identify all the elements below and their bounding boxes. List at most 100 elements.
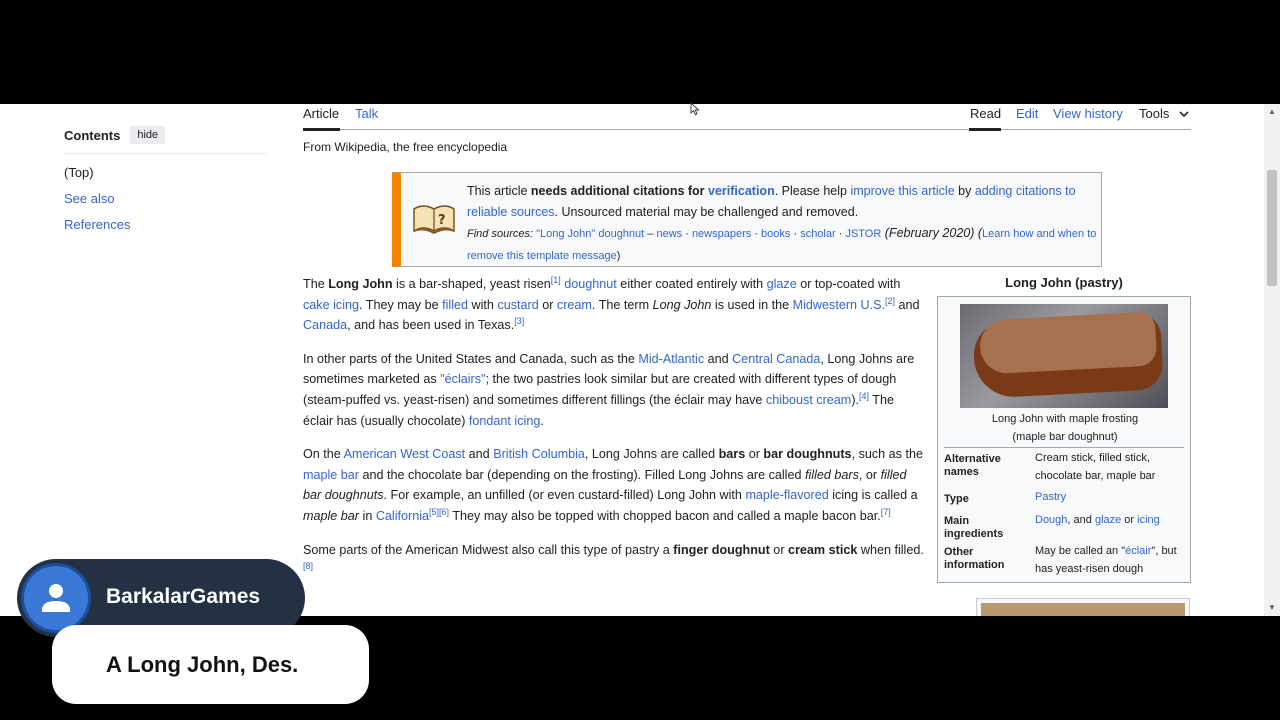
tools-label: Tools xyxy=(1139,106,1170,121)
british-columbia-link[interactable]: British Columbia xyxy=(493,447,585,461)
verification-link[interactable]: verification xyxy=(708,184,775,198)
dough-link[interactable]: Dough xyxy=(1035,514,1067,526)
scroll-down-arrow-icon[interactable]: ▼ xyxy=(1264,600,1280,616)
scroll-up-arrow-icon[interactable]: ▲ xyxy=(1264,104,1280,120)
chat-message-bubble: A Long John, Des. xyxy=(52,625,369,704)
text: when filled. xyxy=(857,542,924,557)
maple-bar-link[interactable]: maple bar xyxy=(303,468,359,482)
scholar-link[interactable]: scholar xyxy=(800,228,835,240)
tab-talk[interactable]: Talk xyxy=(355,106,378,121)
notice-text-part: . Please help xyxy=(774,184,851,198)
tab-view-history[interactable]: View history xyxy=(1053,106,1123,121)
cream-link[interactable]: cream xyxy=(557,298,592,312)
source-query-link[interactable]: "Long John" doughnut xyxy=(536,228,644,240)
toc-header: Contents hide xyxy=(64,126,268,154)
long-john-image[interactable] xyxy=(960,304,1168,408)
tab-article[interactable]: Article xyxy=(303,106,339,121)
citation-ref[interactable]: [3] xyxy=(514,316,524,326)
cake-icing-link[interactable]: cake icing xyxy=(303,298,359,312)
tab-edit[interactable]: Edit xyxy=(1016,106,1038,121)
citation-ref[interactable]: [7] xyxy=(881,507,891,517)
central-canada-link[interactable]: Central Canada xyxy=(732,352,820,366)
maple-frosting-shape xyxy=(978,311,1158,375)
find-sources-line: Find sources: "Long John" doughnut – new… xyxy=(467,226,1096,262)
toc-item-references[interactable]: References xyxy=(64,217,268,232)
eclair-link[interactable]: éclair xyxy=(1125,545,1151,557)
text: is used in the xyxy=(711,297,793,312)
text: . For example, an unfilled (or even cust… xyxy=(383,488,746,503)
read-tab-underline xyxy=(969,128,1001,131)
notice-text-part: This article xyxy=(467,184,531,198)
caption-line: (maple bar doughnut) xyxy=(1012,431,1118,443)
user-icon xyxy=(42,584,70,612)
doughnut-link[interactable]: doughnut xyxy=(564,277,617,291)
text: is a bar-shaped, yeast risen xyxy=(392,277,551,291)
second-image-thumb[interactable] xyxy=(976,598,1190,616)
toc-item-top[interactable]: (Top) xyxy=(64,165,268,180)
custard-link[interactable]: custard xyxy=(497,298,538,312)
citation-ref[interactable]: [8] xyxy=(303,561,313,571)
midwestern-us-link[interactable]: Midwestern U.S. xyxy=(793,298,885,312)
newspapers-link[interactable]: newspapers xyxy=(692,228,751,240)
chat-message-text: A Long John, Des. xyxy=(106,652,299,677)
paragraph: Some parts of the American Midwest also … xyxy=(303,540,927,581)
text: . xyxy=(540,413,544,428)
type-value: Pastry xyxy=(1035,488,1187,506)
tab-read[interactable]: Read xyxy=(970,106,1001,121)
image-caption: Long John with maple frosting (maple bar… xyxy=(938,410,1192,446)
term-long-john: Long John xyxy=(652,297,712,312)
table-of-contents: Contents hide (Top) See also References xyxy=(64,126,268,232)
text: Some parts of the American Midwest also … xyxy=(303,542,674,557)
text: . The term xyxy=(591,297,653,312)
jstor-link[interactable]: JSTOR xyxy=(845,228,881,240)
california-link[interactable]: California xyxy=(376,509,429,523)
text: icing is called a xyxy=(828,488,918,503)
citation-ref[interactable]: [2] xyxy=(885,295,895,305)
text: They may also be topped with chopped bac… xyxy=(449,508,881,523)
text: and the chocolate bar (depending on the … xyxy=(359,467,805,482)
paragraph: On the American West Coast and British C… xyxy=(303,444,927,526)
canada-link[interactable]: Canada xyxy=(303,318,347,332)
icing-link[interactable]: icing xyxy=(1137,514,1160,526)
svg-text:?: ? xyxy=(438,213,446,228)
main-ingredients-label: Main ingredients xyxy=(944,515,1004,540)
pastry-link[interactable]: Pastry xyxy=(1035,491,1066,503)
scroll-thumb[interactable] xyxy=(1267,170,1277,286)
glaze-link[interactable]: glaze xyxy=(767,277,797,291)
image-preview xyxy=(981,603,1185,616)
term-finger-doughnut: finger doughnut xyxy=(673,542,770,557)
article-body: The Long John is a bar-shaped, yeast ris… xyxy=(303,274,927,594)
mid-atlantic-link[interactable]: Mid-Atlantic xyxy=(638,352,704,366)
text: , Long Johns are called xyxy=(584,447,719,462)
text: May be called an " xyxy=(1035,545,1126,557)
tools-menu[interactable]: Tools xyxy=(1139,106,1189,121)
term-bars: bars xyxy=(718,447,746,462)
separator: ) xyxy=(616,250,621,262)
toc-title: Contents xyxy=(64,127,121,143)
toc-item-see-also[interactable]: See also xyxy=(64,191,268,206)
news-link[interactable]: news xyxy=(656,228,682,240)
other-information-label: Other information xyxy=(944,546,1005,571)
separator: · xyxy=(751,228,762,240)
notice-text-part: by xyxy=(954,184,975,198)
page-scrollbar[interactable]: ▲ ▼ xyxy=(1264,104,1280,616)
text: or top-coated with xyxy=(796,277,901,291)
books-link[interactable]: books xyxy=(761,228,790,240)
fondant-icing-link[interactable]: fondant icing xyxy=(469,414,540,428)
improve-article-link[interactable]: improve this article xyxy=(850,184,954,198)
text: , such as the xyxy=(851,447,923,462)
toc-hide-button[interactable]: hide xyxy=(130,126,166,144)
notice-text-part: . Unsourced material may be challenged a… xyxy=(554,205,859,219)
citation-ref[interactable]: [1] xyxy=(551,275,561,285)
filled-link[interactable]: filled xyxy=(442,298,468,312)
page-tabs: Article Talk Read Edit View history Tool… xyxy=(303,104,1191,131)
citation-ref[interactable]: [5][6] xyxy=(429,507,449,517)
american-west-coast-link[interactable]: American West Coast xyxy=(344,447,466,461)
citation-notice: ? This article needs additional citation… xyxy=(392,172,1102,267)
eclairs-link[interactable]: "éclairs" xyxy=(440,372,485,386)
chiboust-cream-link[interactable]: chiboust cream xyxy=(766,393,851,407)
maple-flavored-link[interactable]: maple-flavored xyxy=(745,488,828,502)
find-sources-label: Find sources: xyxy=(467,228,537,240)
citation-ref[interactable]: [4] xyxy=(859,391,869,401)
glaze-link[interactable]: glaze xyxy=(1095,514,1121,526)
